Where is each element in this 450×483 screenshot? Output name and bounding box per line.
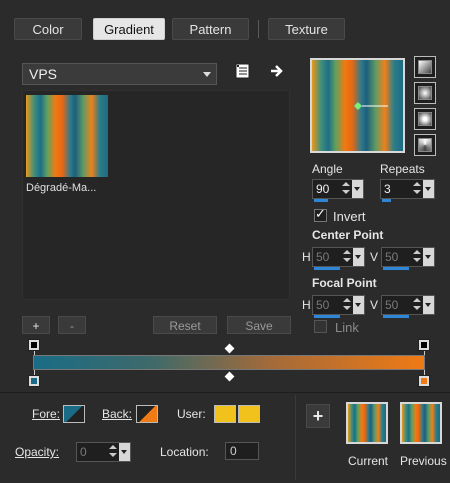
fore-color-swatch[interactable] <box>63 405 85 423</box>
focal-h-label: H <box>302 298 311 312</box>
chevron-down-icon[interactable] <box>423 180 434 198</box>
top-midpoint-handle[interactable] <box>224 343 235 354</box>
radial-style-icon <box>418 138 432 152</box>
spin-arrows-icon[interactable] <box>412 181 422 197</box>
gradient-direction-handle[interactable] <box>312 60 403 151</box>
focal-h-spinner[interactable]: 50 <box>312 295 365 318</box>
fore-label-text: Fore: <box>32 407 61 421</box>
linear-style-icon <box>418 60 432 74</box>
focal-v-slider-fill[interactable] <box>383 315 409 318</box>
collection-dropdown[interactable]: VPS <box>22 63 217 85</box>
opacity-value: 0 <box>80 445 87 459</box>
focal-h-value: 50 <box>316 298 330 312</box>
gradient-editor-bar[interactable] <box>33 355 425 370</box>
previous-label: Previous <box>400 454 447 468</box>
tab-texture[interactable]: Texture <box>268 18 345 40</box>
user-color-swatch-1[interactable] <box>214 405 236 423</box>
fore-label: Fore: <box>32 407 60 421</box>
location-label: Location: <box>160 445 209 459</box>
add-icon[interactable]: + <box>306 404 330 428</box>
link-checkbox[interactable] <box>314 320 327 333</box>
tab-bar: Color Gradient Pattern Texture <box>0 0 450 50</box>
bottom-midpoint-handle[interactable] <box>224 371 235 382</box>
bottom-right-color-stop[interactable] <box>418 375 430 387</box>
sunburst-gradient-style-button[interactable] <box>414 108 436 130</box>
current-gradient-swatch[interactable] <box>346 402 388 444</box>
user-label: User: <box>177 407 206 421</box>
bottom-left-color-stop[interactable] <box>28 375 40 387</box>
center-h-value: 50 <box>316 250 330 264</box>
tab-separator <box>258 20 259 38</box>
opacity-spinner[interactable]: 0 <box>76 442 131 462</box>
gradient-preview[interactable] <box>310 58 405 153</box>
center-v-spinner[interactable]: 50 <box>381 247 435 270</box>
gradient-thumbnail[interactable] <box>26 95 108 177</box>
center-h-label: H <box>302 250 311 264</box>
sunburst-style-icon <box>418 112 432 126</box>
angle-spinner[interactable]: 90 <box>312 179 364 202</box>
repeats-value: 3 <box>384 182 391 196</box>
invert-checkbox[interactable] <box>314 207 327 222</box>
angle-value: 90 <box>316 182 330 196</box>
user-color-swatch-2[interactable] <box>238 405 260 423</box>
list-view-icon[interactable] <box>235 63 251 79</box>
tab-color[interactable]: Color <box>14 18 82 40</box>
linear-gradient-style-button[interactable] <box>414 56 436 78</box>
angle-slider-fill[interactable] <box>314 199 328 202</box>
spin-arrows-icon[interactable] <box>342 297 352 313</box>
add-gradient-button[interactable]: + <box>22 316 50 334</box>
rectangular-gradient-style-button[interactable] <box>414 82 436 104</box>
focal-v-value: 50 <box>385 298 399 312</box>
gradient-thumbnail-label: Dégradé-Ma... <box>26 182 97 194</box>
remove-gradient-button[interactable]: - <box>58 316 86 334</box>
focal-point-label: Focal Point <box>312 276 377 290</box>
bottom-separator <box>295 395 296 480</box>
center-h-spinner[interactable]: 50 <box>312 247 365 270</box>
angle-label: Angle <box>312 162 343 176</box>
focal-v-label: V <box>370 298 379 312</box>
spin-arrows-icon[interactable] <box>341 181 351 197</box>
back-label-text: Back: <box>102 407 133 421</box>
previous-gradient-swatch[interactable] <box>400 402 442 444</box>
center-v-value: 50 <box>385 250 399 264</box>
center-v-slider-fill[interactable] <box>383 267 409 270</box>
center-point-label: Center Point <box>312 228 384 242</box>
opacity-label-text: Opacity: <box>15 445 60 459</box>
chevron-down-icon[interactable] <box>119 443 130 461</box>
current-label: Current <box>348 454 389 468</box>
tab-gradient[interactable]: Gradient <box>93 18 165 40</box>
tab-pattern[interactable]: Pattern <box>172 18 249 40</box>
rectangular-style-icon <box>418 86 432 100</box>
opacity-label: Opacity: <box>15 445 59 459</box>
link-label: Link <box>335 320 359 335</box>
chevron-down-icon <box>203 72 211 77</box>
invert-label: Invert <box>333 209 366 224</box>
center-h-slider-fill[interactable] <box>314 267 340 270</box>
focal-h-slider-fill[interactable] <box>314 315 340 318</box>
center-v-label: V <box>370 250 379 264</box>
spin-arrows-icon[interactable] <box>412 297 422 313</box>
top-left-transparency-stop[interactable] <box>28 339 40 351</box>
radial-gradient-style-button[interactable] <box>414 134 436 156</box>
collection-dropdown-value: VPS <box>29 66 58 82</box>
repeats-spinner[interactable]: 3 <box>380 179 435 202</box>
back-color-swatch[interactable] <box>136 405 158 423</box>
save-button[interactable]: Save <box>227 316 291 334</box>
chevron-down-icon[interactable] <box>352 180 363 198</box>
chevron-down-icon[interactable] <box>423 248 434 266</box>
repeats-label: Repeats <box>380 162 425 176</box>
arrow-right-icon[interactable] <box>270 64 286 78</box>
back-label: Back: <box>102 407 132 421</box>
chevron-down-icon[interactable] <box>423 296 434 314</box>
chevron-down-icon[interactable] <box>353 296 364 314</box>
spin-arrows-icon[interactable] <box>412 249 422 265</box>
repeats-slider-fill[interactable] <box>382 199 391 202</box>
chevron-down-icon[interactable] <box>353 248 364 266</box>
reset-button[interactable]: Reset <box>153 316 217 334</box>
spin-arrows-icon[interactable] <box>108 444 118 460</box>
location-field[interactable]: 0 <box>225 442 259 460</box>
focal-v-spinner[interactable]: 50 <box>381 295 435 318</box>
spin-arrows-icon[interactable] <box>342 249 352 265</box>
top-right-transparency-stop[interactable] <box>418 339 430 351</box>
